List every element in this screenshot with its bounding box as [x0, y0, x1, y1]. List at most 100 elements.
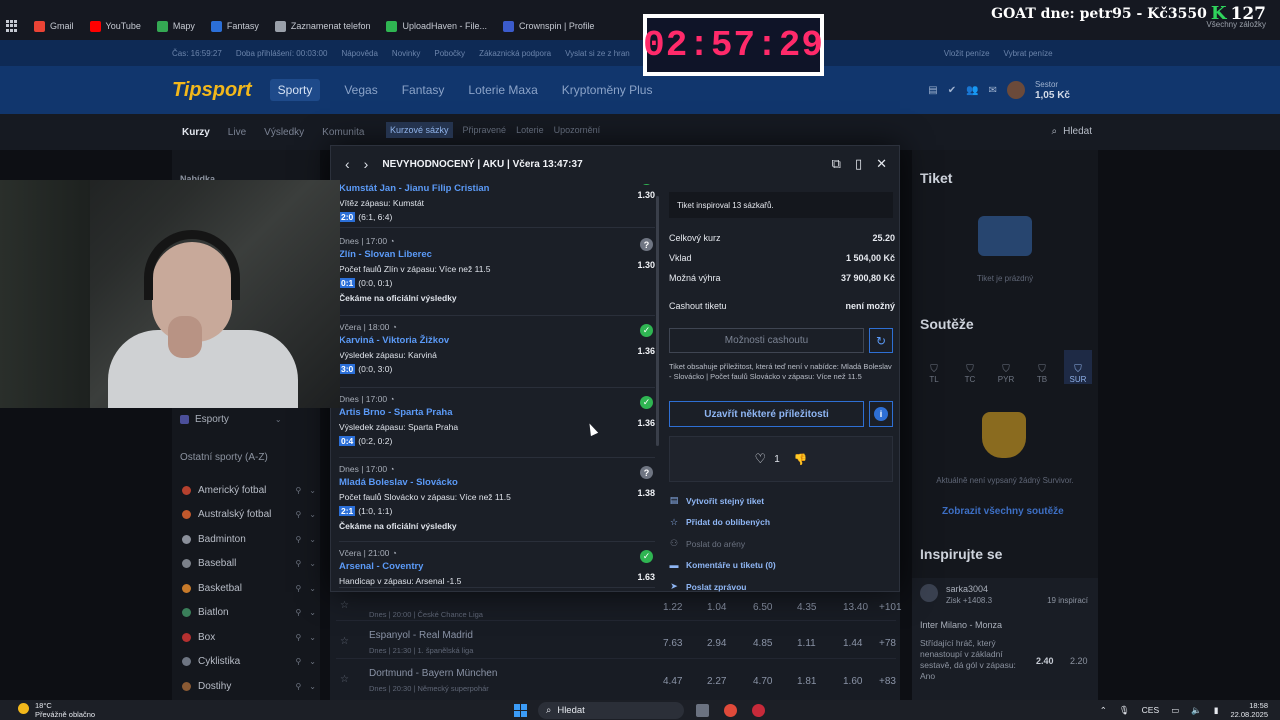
star-icon[interactable]: ☆: [340, 600, 349, 611]
match-row[interactable]: ☆ Dortmund - Bayern München Dnes | 20:30 |…: [336, 658, 896, 702]
nav-item[interactable]: Loterie Maxa: [468, 83, 537, 97]
odds-cell[interactable]: 1.22: [663, 602, 682, 613]
odds-cell[interactable]: 13.40: [843, 602, 868, 613]
odds-cell[interactable]: 4.85: [753, 638, 772, 649]
legs-scrollbar[interactable]: [656, 196, 659, 446]
subnav-tab[interactable]: Výsledky: [264, 127, 304, 138]
odds-cell[interactable]: +78: [879, 638, 896, 649]
ticket-tab[interactable]: Loterie: [516, 125, 544, 135]
top-bar-link[interactable]: Novinky: [392, 49, 420, 58]
bookmark-item[interactable]: Fantasy: [210, 20, 259, 32]
money-link[interactable]: Vložit peníze: [944, 49, 990, 58]
weather-widget[interactable]: 18°C Převážně oblačno: [18, 701, 95, 719]
star-icon[interactable]: ☆: [340, 636, 349, 647]
show-all-competitions-link[interactable]: Zobrazit všechny soutěže: [942, 506, 1064, 517]
bookmark-item[interactable]: Zaznamenat telefon: [274, 20, 370, 32]
close-icon[interactable]: ✕: [876, 156, 887, 172]
nav-item[interactable]: Sporty: [269, 79, 321, 101]
insp-odd-1[interactable]: 2.40: [1036, 656, 1054, 666]
chevron-down-icon[interactable]: ⌄: [309, 682, 316, 691]
money-link[interactable]: Vybrat peníze: [1004, 49, 1053, 58]
pin-icon[interactable]: ⚲: [295, 559, 301, 568]
top-bar-link[interactable]: Vyslat si ze z hran: [565, 49, 630, 58]
friends-icon[interactable]: 👥: [966, 85, 978, 96]
leg-teams[interactable]: Arsenal - Coventry: [339, 561, 655, 572]
heart-icon[interactable]: ♡: [755, 451, 767, 467]
pin-icon[interactable]: ⚲: [295, 633, 301, 642]
chevron-down-icon[interactable]: ⌄: [309, 559, 316, 568]
pin-icon[interactable]: ⚲: [295, 535, 301, 544]
top-bar-link[interactable]: Zákaznická podpora: [479, 49, 551, 58]
chevron-down-icon[interactable]: ⌄: [309, 486, 316, 495]
chevron-left-icon[interactable]: ‹: [345, 156, 350, 172]
sidebar-sport-item[interactable]: Cyklistika ⚲ ⌄: [182, 650, 316, 675]
popout-icon[interactable]: ⧉: [832, 156, 841, 172]
competition-tab[interactable]: ⛉ TC: [956, 350, 984, 384]
taskbar-search[interactable]: ⌕ Hledat: [538, 702, 684, 719]
close-opportunities-button[interactable]: Uzavřít některé příležitosti: [669, 401, 864, 427]
top-bar-link[interactable]: Nápověda: [341, 49, 377, 58]
subnav-tab[interactable]: Kurzy: [182, 127, 210, 138]
battery-icon[interactable]: ▮: [1214, 705, 1219, 716]
ticket-action-button[interactable]: ▬ Komentáře u tiketu (0): [669, 555, 893, 577]
nav-item[interactable]: Fantasy: [402, 83, 445, 97]
sidebar-sport-item[interactable]: Box ⚲ ⌄: [182, 625, 316, 650]
chevron-right-icon[interactable]: ›: [364, 156, 369, 172]
pin-icon[interactable]: ⚲: [295, 584, 301, 593]
top-bar-link[interactable]: Doba přihlášení: 00:03:00: [236, 49, 328, 58]
chevron-down-icon[interactable]: ⌄: [309, 584, 316, 593]
subnav-tab[interactable]: Komunita: [322, 127, 364, 138]
chrome-icon[interactable]: [724, 704, 737, 717]
sidebar-item-esports[interactable]: Esporty ⌄: [180, 414, 282, 425]
file-explorer-icon[interactable]: [696, 704, 709, 717]
ticket-action-button[interactable]: ☆ Přidat do oblíbených: [669, 512, 893, 534]
chevron-down-icon[interactable]: ⌄: [309, 633, 316, 642]
odds-cell[interactable]: 2.27: [707, 676, 726, 687]
refresh-icon[interactable]: ↻: [869, 328, 893, 353]
odds-cell[interactable]: +101: [879, 602, 902, 613]
microphone-icon[interactable]: 🎙: [1119, 705, 1130, 716]
tipsport-logo[interactable]: Tipsport: [172, 79, 252, 102]
match-name[interactable]: Espanyol - Real Madrid: [369, 630, 473, 641]
nav-item[interactable]: Vegas: [344, 83, 377, 97]
competition-tab[interactable]: ⛉ TL: [920, 350, 948, 384]
thumbs-down-icon[interactable]: 👎: [794, 453, 808, 466]
sidebar-sport-item[interactable]: Australský fotbal ⚲ ⌄: [182, 503, 316, 528]
odds-cell[interactable]: 4.47: [663, 676, 682, 687]
leg-teams[interactable]: Mladá Boleslav - Slovácko: [339, 477, 655, 488]
odds-cell[interactable]: 1.81: [797, 676, 816, 687]
app-icon[interactable]: [752, 704, 765, 717]
inspiration-card[interactable]: sarka3004 Zisk +1408.3 19 inspirací Inte…: [912, 578, 1098, 700]
bookmark-item[interactable]: Crownspin | Profile: [503, 20, 594, 32]
pin-icon[interactable]: ⚲: [295, 510, 301, 519]
nav-item[interactable]: Kryptoměny Plus: [562, 83, 653, 97]
odds-cell[interactable]: 2.94: [707, 638, 726, 649]
check-icon[interactable]: ✔: [948, 85, 956, 96]
chevron-down-icon[interactable]: ⌄: [309, 510, 316, 519]
odds-cell[interactable]: 1.60: [843, 676, 862, 687]
chevron-up-icon[interactable]: ⌃: [1100, 705, 1107, 716]
leg-teams[interactable]: Artis Brno - Sparta Praha: [339, 407, 655, 418]
leg-teams[interactable]: Zlín - Slovan Liberec: [339, 249, 655, 260]
subnav-tab[interactable]: Live: [228, 127, 246, 138]
pin-icon[interactable]: ⚲: [295, 657, 301, 666]
competition-tab[interactable]: ⛉ PYR: [992, 350, 1020, 384]
chevron-down-icon[interactable]: ⌄: [309, 657, 316, 666]
pin-icon[interactable]: ⚲: [295, 682, 301, 691]
search-link[interactable]: ⌕ Hledat: [1051, 126, 1092, 137]
competition-tab[interactable]: ⛉ SUR: [1064, 350, 1092, 384]
volume-icon[interactable]: 🔈: [1191, 705, 1202, 716]
odds-cell[interactable]: 1.44: [843, 638, 862, 649]
chevron-down-icon[interactable]: ⌄: [309, 608, 316, 617]
pin-icon[interactable]: ⚲: [295, 486, 301, 495]
sidebar-sport-item[interactable]: Biatlon ⚲ ⌄: [182, 601, 316, 626]
leg-teams[interactable]: Kumstát Jan - Jianu Filip Cristian: [339, 184, 655, 194]
odds-cell[interactable]: 7.63: [663, 638, 682, 649]
sidebar-sport-item[interactable]: Americký fotbal ⚲ ⌄: [182, 478, 316, 503]
ticket-tab[interactable]: Kurzové sázky: [386, 122, 453, 138]
bookmark-item[interactable]: UploadHaven - File...: [386, 20, 487, 32]
bookmark-item[interactable]: Gmail: [34, 20, 74, 32]
ticket-tab[interactable]: Připravené: [463, 125, 507, 135]
top-bar-link[interactable]: Pobočky: [434, 49, 465, 58]
ticket-action-button[interactable]: ▤ Vytvořit stejný tiket: [669, 490, 893, 512]
